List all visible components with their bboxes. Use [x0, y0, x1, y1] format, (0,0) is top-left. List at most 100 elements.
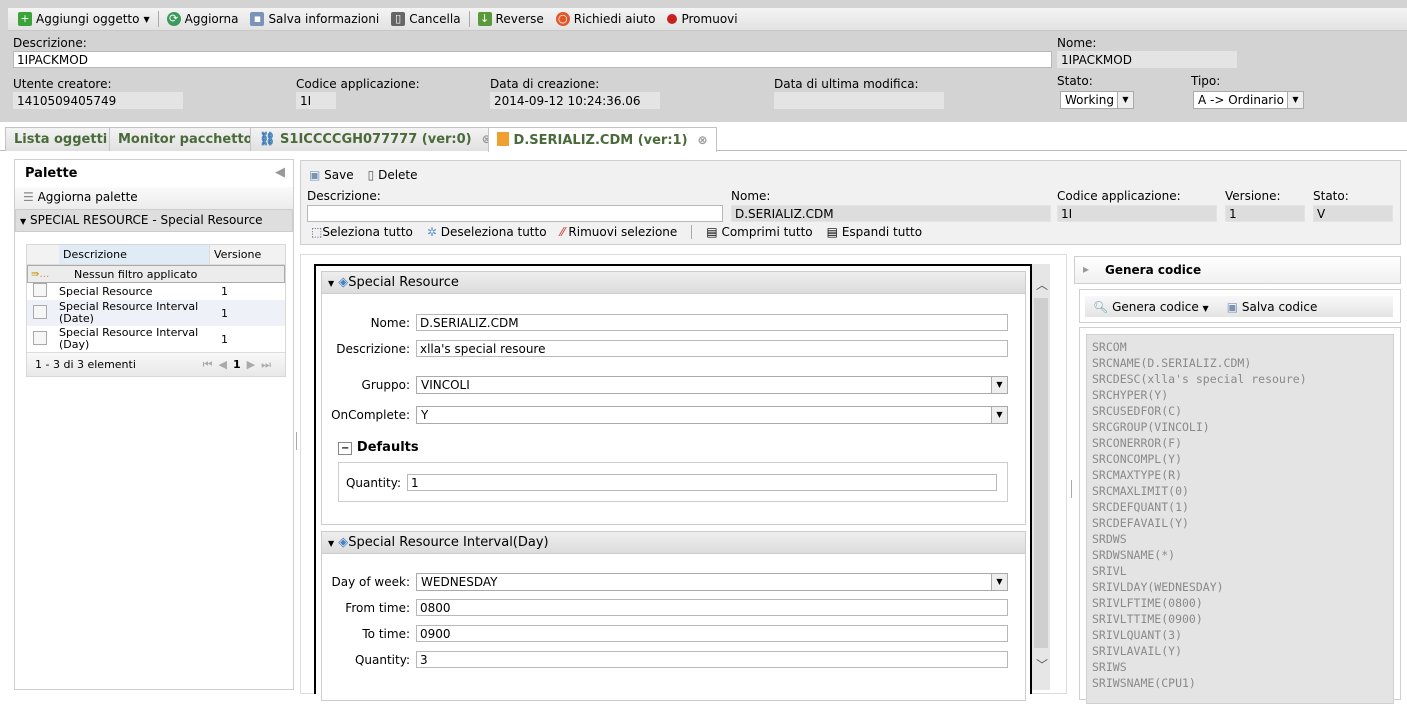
row-checkbox[interactable] — [33, 304, 47, 319]
cube-icon: ◈ — [338, 275, 349, 290]
day-of-week-select[interactable]: WEDNESDAY ▼ — [416, 573, 1008, 591]
form-frame: ▼ ◈Special Resource Nome: D.SERIALIZ.CDM… — [314, 264, 1032, 701]
scroll-down-icon[interactable]: ﹀ — [1036, 656, 1048, 673]
document-icon — [497, 132, 509, 146]
trash-icon: ▯ — [391, 12, 406, 26]
code-line: SRIVL — [1092, 564, 1127, 578]
section-header[interactable]: ▼ ◈Special Resource — [322, 272, 1025, 294]
section-special-resource: ▼ ◈Special Resource Nome: D.SERIALIZ.CDM… — [321, 271, 1026, 525]
delete-button[interactable]: ▯ Delete — [368, 168, 418, 182]
quantity-input[interactable]: 1 — [407, 474, 997, 491]
chevron-down-icon: ▼ — [1117, 92, 1133, 108]
select-all-button[interactable]: ⬚Seleziona tutto — [311, 225, 413, 239]
descrizione-field[interactable]: 1IPACKMOD — [13, 51, 1052, 68]
obj-descrizione-label: Descrizione: — [307, 189, 381, 203]
row-checkbox[interactable] — [33, 283, 47, 297]
chevron-down-icon: ▼ — [991, 574, 1007, 590]
tab-lista-oggetti[interactable]: Lista oggetti — [5, 127, 117, 151]
nome-label: Nome: — [370, 316, 410, 330]
save-icon: ▣ — [309, 168, 321, 182]
defaults-group: Quantity: 1 — [338, 462, 1008, 502]
cursor-icon: ⬚ — [311, 225, 323, 239]
row-checkbox[interactable] — [33, 330, 47, 345]
code-line: SRIVLAVAIL(Y) — [1092, 644, 1183, 658]
day-of-week-label: Day of week: — [331, 575, 410, 589]
splitter-handle[interactable] — [296, 432, 297, 450]
save-icon: ▪ — [250, 12, 265, 26]
form-scrollbar[interactable]: ︿ ﹀ — [1032, 264, 1050, 690]
obj-descrizione-field[interactable] — [307, 205, 723, 222]
deselect-all-button[interactable]: ✲ Deseleziona tutto — [427, 225, 547, 239]
obj-codice-field: 1I — [1057, 205, 1217, 222]
code-output[interactable]: SRCOM SRCNAME(D.SERIALIZ.CDM) SRCDESC(xlla… — [1086, 334, 1394, 704]
section-header[interactable]: ▼ ◈Special Resource Interval(Day) — [322, 532, 1025, 554]
separator — [691, 225, 693, 239]
palette-group-header[interactable]: ▼ SPECIAL RESOURCE - Special Resource — [15, 209, 293, 232]
stato-select[interactable]: Working ▼ — [1060, 91, 1134, 109]
add-object-button[interactable]: + Aggiungi oggetto ▼ — [12, 12, 156, 26]
to-time-input[interactable]: 0900 — [416, 625, 1008, 642]
data-creazione-label: Data di creazione: — [490, 77, 600, 91]
obj-stato-field: V — [1313, 205, 1393, 222]
main-toolbar: + Aggiungi oggetto ▼ ⟳ Aggiorna ▪ Salva info… — [8, 8, 1407, 31]
refresh-palette-button[interactable]: ☰ Aggiorna palette — [15, 187, 293, 209]
quantity-input[interactable]: 3 — [416, 651, 1008, 668]
tab-d-serializ[interactable]: D.SERIALIZ.CDM (ver:1) ⊗ — [488, 127, 717, 152]
table-row[interactable]: Special Resource Interval (Date) 1 — [27, 300, 285, 326]
column-header-descrizione[interactable]: Descrizione — [59, 245, 209, 264]
table-row[interactable]: Special Resource 1 — [27, 283, 285, 300]
promote-button[interactable]: Promuovi — [661, 12, 743, 26]
defaults-toggle[interactable]: − Defaults — [338, 440, 419, 455]
utente-field: 1410509405749 — [13, 92, 183, 109]
gruppo-label: Gruppo: — [361, 378, 410, 392]
save-info-button[interactable]: ▪ Salva informazioni — [244, 12, 385, 26]
tipo-select[interactable]: A -> Ordinario ▼ — [1193, 91, 1304, 109]
reverse-button[interactable]: ↓ Reverse — [472, 12, 550, 26]
splitter-handle[interactable] — [1071, 480, 1072, 498]
chevron-down-icon: ▼ — [328, 539, 335, 548]
pager-nav-icons[interactable]: ⏮◀1▶⏭ — [203, 358, 277, 372]
obj-nome-label: Nome: — [731, 189, 771, 203]
filter-row[interactable]: ⇛… Nessun filtro applicato — [27, 265, 285, 283]
save-code-button[interactable]: ▣ Salva codice — [1227, 300, 1318, 314]
code-line: SRCOM — [1092, 340, 1127, 354]
code-line: SRIWSNAME(CPU1) — [1092, 676, 1196, 690]
scroll-thumb[interactable] — [1034, 298, 1048, 648]
descrizione-input[interactable]: xlla's special resoure — [416, 340, 1008, 357]
code-line: SRCDESC(xlla's special resoure) — [1092, 372, 1307, 386]
column-header-versione[interactable]: Versione — [209, 245, 285, 264]
refresh-button[interactable]: ⟳ Aggiorna — [161, 12, 245, 26]
collapse-icon[interactable]: ◀ — [275, 165, 285, 180]
oncomplete-select[interactable]: Y ▼ — [416, 406, 1008, 424]
cube-icon: ◈ — [338, 535, 349, 550]
data-modifica-field — [774, 92, 944, 109]
close-icon[interactable]: ⊗ — [698, 133, 708, 147]
chevron-down-icon: ▼ — [328, 279, 335, 288]
code-panel-header: ▸ Genera codice — [1074, 256, 1401, 284]
tab-monitor-pacchetto[interactable]: Monitor pacchetto — [109, 127, 262, 151]
tab-s1icccc[interactable]: ⛓ S1ICCCCGH077777 (ver:0) ⊗ — [250, 127, 501, 151]
codice-label: Codice applicazione: — [296, 77, 420, 91]
trash-icon: ▯ — [367, 168, 375, 182]
code-line: SRCONCOMPL(Y) — [1092, 452, 1183, 466]
gruppo-select[interactable]: VINCOLI ▼ — [416, 376, 1008, 394]
save-icon: ▣ — [1226, 299, 1239, 314]
save-button[interactable]: ▣ Save — [309, 168, 354, 182]
expand-icon[interactable]: ▸ — [1083, 262, 1089, 276]
expand-all-button[interactable]: ▤ Espandi tutto — [827, 225, 922, 239]
nome-input[interactable]: D.SERIALIZ.CDM — [416, 314, 1008, 331]
code-line: SRCGROUP(VINCOLI) — [1092, 420, 1210, 434]
collapse-all-button[interactable]: ▤ Comprimi tutto — [706, 225, 812, 239]
generate-code-button[interactable]: 🔍︎ Genera codice ▼ — [1093, 300, 1209, 314]
chevron-down-icon: ▼ — [1202, 303, 1209, 313]
code-line: SRIVLTTIME(0900) — [1092, 612, 1203, 626]
table-row[interactable]: Special Resource Interval (Day) 1 — [27, 326, 285, 352]
nome-field: 1IPACKMOD — [1057, 51, 1237, 68]
help-button[interactable]: ○ Richiedi aiuto — [550, 12, 662, 26]
code-panel-title: Genera codice — [1105, 263, 1202, 277]
from-time-input[interactable]: 0800 — [416, 599, 1008, 616]
remove-selection-button[interactable]: ⁄⁄ Rimuovi selezione — [561, 225, 678, 239]
delete-button[interactable]: ▯ Cancella — [385, 12, 466, 26]
scroll-up-icon[interactable]: ︿ — [1036, 276, 1048, 293]
object-panel: ▣ Save ▯ Delete Descrizione: Nome: D.SER… — [300, 160, 1401, 245]
